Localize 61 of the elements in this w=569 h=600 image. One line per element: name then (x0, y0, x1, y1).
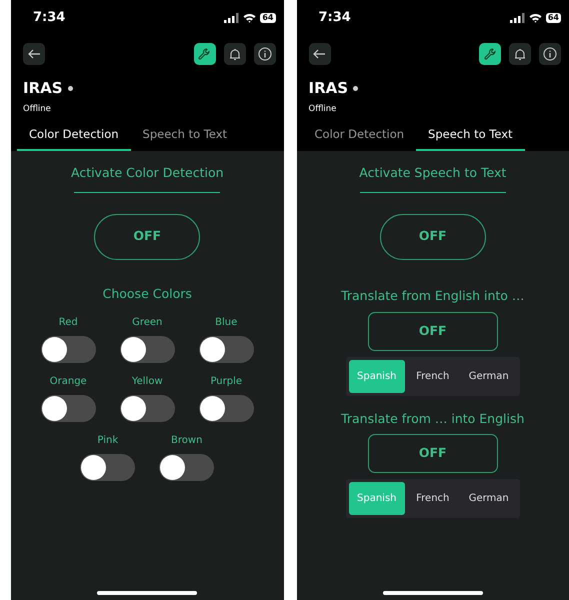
toggle-label: Pink (97, 434, 118, 448)
toggle-switch[interactable] (80, 454, 136, 480)
info-icon (258, 47, 272, 61)
toggle-label: Orange (50, 374, 87, 388)
tab[interactable]: Speech to Text (130, 122, 240, 151)
bell-icon (228, 48, 240, 60)
toggle-switch[interactable] (120, 394, 175, 422)
device-status: Offline (308, 103, 338, 116)
wrench-button[interactable] (479, 43, 501, 65)
device-title: IRAS (23, 78, 63, 98)
translate-button[interactable]: OFF (368, 434, 498, 474)
info-icon (543, 47, 557, 61)
section-heading: Activate Color Detection (70, 164, 224, 182)
status-dot (353, 86, 358, 90)
back-button[interactable] (308, 43, 330, 65)
section-title: Choose Colors (102, 284, 192, 303)
toggle-label: Brown (171, 434, 202, 448)
clock-time: 7:34 (318, 8, 351, 27)
notifications-button[interactable] (509, 43, 531, 65)
device-status: Offline (22, 103, 52, 116)
battery-indicator: 64 (546, 12, 561, 22)
section-title: Translate from … into English (341, 410, 524, 428)
section-heading: Activate Speech to Text (359, 164, 506, 182)
device-title: IRAS (308, 78, 348, 98)
tab[interactable]: Color Detection (302, 122, 416, 151)
toggle-label: Yellow (132, 374, 163, 388)
status-dot (68, 86, 73, 90)
wrench-icon (484, 48, 496, 60)
translate-button[interactable]: OFF (368, 312, 498, 350)
toggle-switch[interactable] (198, 336, 254, 362)
power-button[interactable]: OFF (380, 214, 486, 260)
toggle-switch[interactable] (120, 336, 175, 362)
toggle-switch[interactable] (40, 336, 96, 362)
toggle-label: Blue (215, 316, 238, 330)
toggle-switch[interactable] (198, 394, 254, 422)
signal-icon (224, 12, 240, 22)
language-option[interactable]: French (404, 360, 461, 392)
toggle-label: Green (132, 316, 162, 330)
language-option[interactable]: German (460, 360, 517, 392)
back-arrow-icon (313, 49, 326, 59)
power-button[interactable]: OFF (94, 214, 200, 260)
toggle-switch[interactable] (159, 454, 214, 480)
notifications-button[interactable] (224, 43, 246, 65)
toggle-label: Purple (210, 374, 242, 388)
toggle-switch[interactable] (40, 394, 96, 422)
language-option[interactable]: German (460, 482, 517, 516)
wrench-button[interactable] (194, 43, 216, 65)
section-title: Translate from English into … (341, 286, 524, 305)
info-button[interactable] (539, 43, 561, 65)
wifi-icon (243, 12, 256, 22)
wrench-icon (198, 48, 211, 60)
clock-time: 7:34 (33, 8, 66, 27)
battery-indicator: 64 (260, 12, 276, 22)
bell-icon (514, 48, 526, 60)
back-arrow-icon (28, 49, 40, 59)
signal-icon (510, 12, 525, 22)
info-button[interactable] (254, 43, 276, 65)
language-option[interactable]: French (404, 482, 461, 516)
toggle-label: Red (58, 316, 78, 330)
wifi-icon (528, 12, 542, 22)
back-button[interactable] (23, 43, 45, 65)
